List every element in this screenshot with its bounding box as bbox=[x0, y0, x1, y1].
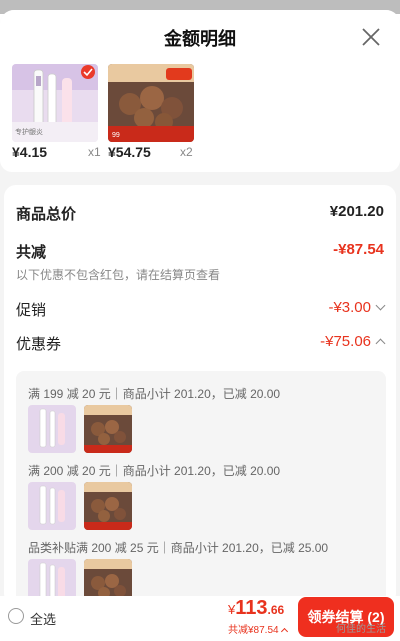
coupon-value: -¥75.06 bbox=[320, 333, 371, 350]
svg-text:专护龈炎: 专护龈炎 bbox=[15, 127, 43, 136]
coupon-line: 满 199 减 20 元｜商品小计 201.20，已减 20.00 bbox=[28, 387, 281, 401]
total-decimal: .66 bbox=[267, 603, 285, 617]
coupon-label: 优惠券 bbox=[16, 336, 62, 353]
goods-total-value: ¥201.20 bbox=[329, 203, 384, 220]
product-item-meatballs[interactable]: 99 ¥54.75 x2 bbox=[108, 64, 228, 160]
chevron-up-icon bbox=[375, 338, 386, 349]
total-discount: 共减¥87.54 bbox=[228, 625, 279, 636]
product-qty: x1 bbox=[88, 145, 101, 159]
price-summary: 商品总价 ¥201.20 共减 -¥87.54 以下优惠不包含红包，请在结算页查… bbox=[4, 185, 396, 605]
select-all-radio[interactable] bbox=[8, 608, 24, 624]
total-integer: 113 bbox=[235, 597, 268, 619]
coupon-value-wrap: -¥75.06 bbox=[320, 333, 386, 350]
product-price: ¥4.15 bbox=[12, 144, 48, 160]
meatballs-thumbnail bbox=[84, 482, 132, 530]
promo-row[interactable]: 促销 -¥3.00 bbox=[16, 299, 386, 319]
coupon-row[interactable]: 优惠券 -¥75.06 bbox=[16, 333, 386, 353]
toothbrush-image: 专护龈炎 bbox=[12, 64, 98, 142]
close-icon[interactable] bbox=[360, 26, 382, 48]
discount-value: -¥87.54 bbox=[333, 241, 384, 258]
toothbrush-thumbnail bbox=[28, 405, 76, 453]
svg-text:99: 99 bbox=[112, 132, 120, 139]
product-strip: 专护龈炎 ¥4.15 x1 99 ¥54.75 x2 bbox=[0, 64, 400, 172]
coupon-line: 满 200 减 20 元｜商品小计 201.20，已减 20.00 bbox=[28, 464, 281, 478]
goods-total-label: 商品总价 bbox=[16, 206, 77, 223]
product-qty: x2 bbox=[180, 145, 193, 159]
goods-total-row: 商品总价 ¥201.20 bbox=[16, 203, 384, 223]
product-price: ¥54.75 bbox=[108, 144, 151, 160]
promo-value: -¥3.00 bbox=[328, 299, 371, 316]
toothbrush-thumbnail bbox=[28, 482, 76, 530]
watermark: 何佳的生活 bbox=[336, 624, 386, 635]
coupon-detail-box: 满 199 减 20 元｜商品小计 201.20，已减 20.00 满 200 … bbox=[16, 371, 386, 605]
sheet-header: 金额明细 bbox=[0, 10, 400, 64]
promo-value-wrap: -¥3.00 bbox=[328, 299, 386, 316]
total-price: ¥113.66 bbox=[228, 597, 284, 620]
discount-row: 共减 -¥87.54 bbox=[16, 241, 384, 261]
chevron-up-icon bbox=[280, 627, 288, 636]
discount-note: 以下优惠不包含红包，请在结算页查看 bbox=[16, 268, 221, 282]
meatballs-thumbnail bbox=[84, 405, 132, 453]
sheet-title: 金额明细 bbox=[164, 29, 236, 49]
meatballs-image: 99 bbox=[108, 64, 194, 142]
total-discount-toggle[interactable]: 共减¥87.54 bbox=[228, 621, 288, 636]
coupon-line: 品类补贴满 200 减 25 元｜商品小计 201.20，已减 25.00 bbox=[28, 541, 329, 555]
discount-note-row: 以下优惠不包含红包，请在结算页查看 bbox=[16, 266, 384, 282]
discount-label: 共减 bbox=[16, 244, 47, 261]
promo-label: 促销 bbox=[16, 302, 47, 319]
chevron-down-icon bbox=[375, 300, 386, 311]
checkout-bar: 全选 ¥113.66 共减¥87.54 领券结算 (2) 何佳的生活 bbox=[0, 596, 400, 641]
amount-detail-sheet: 金额明细 专护龈炎 ¥4.15 x1 99 ¥54.75 x2 商品总价 ¥20… bbox=[0, 10, 400, 641]
select-all-label[interactable]: 全选 bbox=[30, 609, 56, 628]
